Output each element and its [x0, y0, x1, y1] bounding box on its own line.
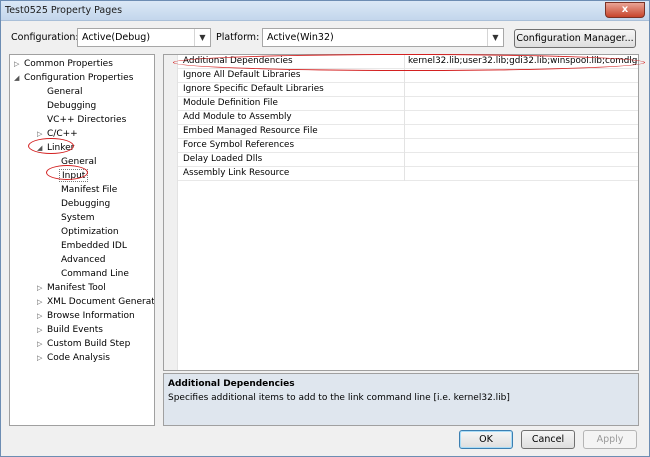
description-text: Specifies additional items to add to the… — [168, 393, 510, 403]
expand-arrow-icon[interactable]: ▷ — [37, 324, 42, 337]
tree-item-embedded-idl[interactable]: Embedded IDL — [61, 240, 127, 253]
expand-arrow-icon[interactable]: ▷ — [14, 58, 19, 71]
property-grid[interactable]: Additional Dependencies kernel32.lib;use… — [163, 54, 639, 371]
tree-item-build-events[interactable]: ▷ Build Events — [37, 324, 103, 337]
apply-button[interactable]: Apply — [583, 430, 637, 449]
configuration-label: Configuration: — [11, 32, 79, 43]
tree-item-common-properties[interactable]: ▷ Common Properties — [14, 58, 113, 71]
annotation-ellipse-input — [46, 165, 88, 180]
property-row-delay-loaded-dlls[interactable]: Delay Loaded Dlls — [178, 153, 638, 167]
annotation-ellipse-linker — [28, 138, 74, 154]
chevron-down-icon: ▼ — [194, 29, 210, 46]
column-divider — [404, 139, 405, 153]
property-tree[interactable]: ▷ Common Properties ◢ Configuration Proper… — [9, 54, 155, 426]
tree-item-manifest-tool[interactable]: ▷ Manifest Tool — [37, 282, 106, 295]
column-divider — [404, 97, 405, 111]
tree-item-command-line[interactable]: Command Line — [61, 268, 129, 281]
column-divider — [404, 111, 405, 125]
tree-item-debugging[interactable]: Debugging — [47, 100, 96, 113]
property-name: Module Definition File — [183, 98, 278, 108]
tree-item-browse-information[interactable]: ▷ Browse Information — [37, 310, 135, 323]
property-name: Delay Loaded Dlls — [183, 154, 263, 164]
tree-item-configuration-properties[interactable]: ◢ Configuration Properties — [14, 72, 133, 85]
grid-gutter — [164, 55, 178, 370]
tree-item-code-analysis[interactable]: ▷ Code Analysis — [37, 352, 110, 365]
expand-arrow-icon[interactable]: ▷ — [37, 296, 42, 309]
property-row-module-definition-file[interactable]: Module Definition File — [178, 97, 638, 111]
configuration-select[interactable]: Active(Debug) ▼ — [77, 28, 211, 47]
property-row-add-module-to-assembly[interactable]: Add Module to Assembly — [178, 111, 638, 125]
property-name: Ignore All Default Libraries — [183, 70, 301, 80]
description-title: Additional Dependencies — [168, 379, 295, 389]
tree-item-vc-directories[interactable]: VC++ Directories — [47, 114, 126, 127]
column-divider — [404, 153, 405, 167]
tree-item-system[interactable]: System — [61, 212, 95, 225]
tree-item-advanced[interactable]: Advanced — [61, 254, 105, 267]
tree-item-xml-document-generator[interactable]: ▷ XML Document Generator — [37, 296, 154, 309]
ok-button[interactable]: OK — [459, 430, 513, 449]
property-pages-window: Test0525 Property Pages x Configuration:… — [0, 0, 650, 457]
tree-item-general[interactable]: General — [47, 86, 82, 99]
column-divider — [404, 125, 405, 139]
close-button[interactable]: x — [605, 2, 645, 18]
property-name: Ignore Specific Default Libraries — [183, 84, 324, 94]
property-name: Add Module to Assembly — [183, 112, 292, 122]
property-row-force-symbol-references[interactable]: Force Symbol References — [178, 139, 638, 153]
column-divider — [404, 167, 405, 181]
column-divider — [404, 83, 405, 97]
property-name: Embed Managed Resource File — [183, 126, 318, 136]
property-row-assembly-link-resource[interactable]: Assembly Link Resource — [178, 167, 638, 181]
tree-item-optimization[interactable]: Optimization — [61, 226, 119, 239]
property-name: Assembly Link Resource — [183, 168, 290, 178]
expand-arrow-icon[interactable]: ▷ — [37, 352, 42, 365]
window-title: Test0525 Property Pages — [5, 5, 123, 16]
chevron-down-icon: ▼ — [487, 29, 503, 46]
annotation-ellipse-additional-dependencies — [173, 54, 645, 71]
tree-item-linker-debugging[interactable]: Debugging — [61, 198, 110, 211]
cancel-button[interactable]: Cancel — [521, 430, 575, 449]
description-panel: Additional Dependencies Specifies additi… — [163, 373, 639, 426]
property-row-embed-managed-resource-file[interactable]: Embed Managed Resource File — [178, 125, 638, 139]
property-name: Force Symbol References — [183, 140, 295, 150]
platform-value: Active(Win32) — [267, 32, 334, 43]
property-row-ignore-specific-default-libraries[interactable]: Ignore Specific Default Libraries — [178, 83, 638, 97]
configuration-value: Active(Debug) — [82, 32, 151, 43]
platform-label: Platform: — [216, 32, 260, 43]
property-row-ignore-all-default-libraries[interactable]: Ignore All Default Libraries — [178, 69, 638, 83]
collapse-arrow-icon[interactable]: ◢ — [14, 72, 19, 85]
expand-arrow-icon[interactable]: ▷ — [37, 338, 42, 351]
column-divider — [404, 69, 405, 83]
expand-arrow-icon[interactable]: ▷ — [37, 282, 42, 295]
platform-select[interactable]: Active(Win32) ▼ — [262, 28, 504, 47]
tree-item-manifest-file[interactable]: Manifest File — [61, 184, 117, 197]
configuration-manager-button[interactable]: Configuration Manager... — [514, 29, 636, 48]
expand-arrow-icon[interactable]: ▷ — [37, 310, 42, 323]
title-bar[interactable]: Test0525 Property Pages x — [1, 1, 649, 21]
tree-item-custom-build-step[interactable]: ▷ Custom Build Step — [37, 338, 130, 351]
